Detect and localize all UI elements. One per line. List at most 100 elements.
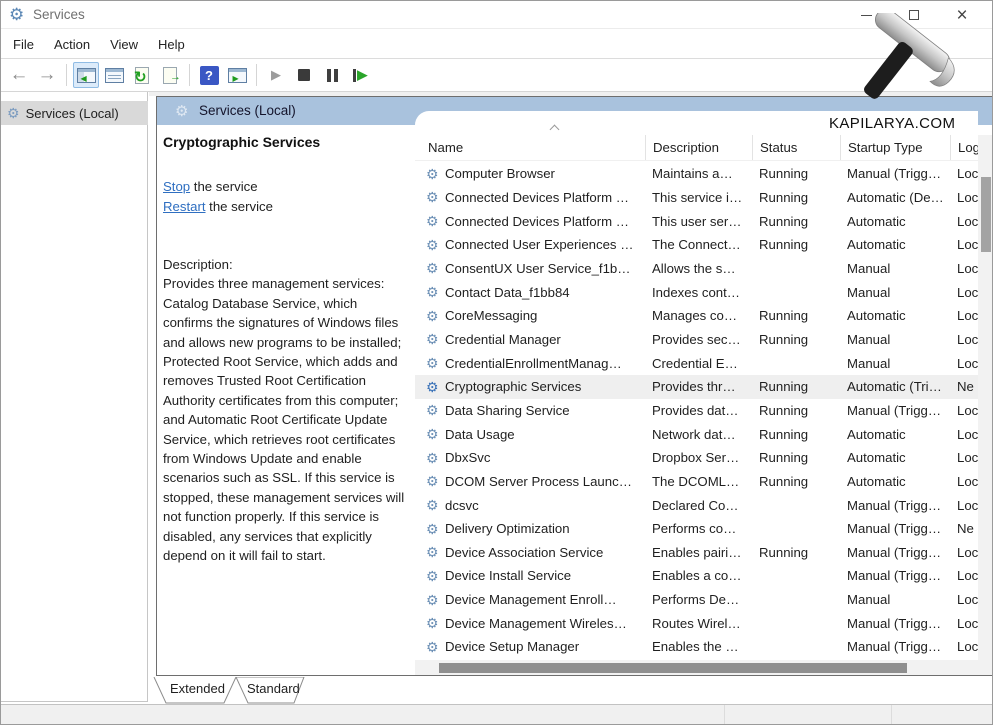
hammer-icon [834, 13, 974, 115]
service-description-cell: This service i… [645, 190, 752, 205]
table-row[interactable]: Connected Devices Platform …This service… [415, 186, 978, 210]
service-log-on-as-cell: Ne [950, 379, 978, 394]
table-row[interactable]: Device Setup ManagerEnables the …Manual … [415, 635, 978, 659]
horizontal-scrollbar-thumb[interactable] [439, 663, 907, 673]
service-status-cell: Running [752, 427, 840, 442]
horizontal-scrollbar[interactable] [415, 660, 978, 675]
service-name-cell: Device Association Service [415, 545, 645, 560]
service-gear-icon [426, 474, 439, 488]
service-gear-icon [426, 238, 439, 252]
table-row[interactable]: Computer BrowserMaintains a…RunningManua… [415, 162, 978, 186]
service-startup-type-cell: Automatic [840, 214, 950, 229]
properties-button[interactable] [101, 62, 127, 88]
table-row[interactable]: Contact Data_f1bb84Indexes cont…ManualLo… [415, 280, 978, 304]
service-status-cell: Running [752, 308, 840, 323]
table-row[interactable]: DCOM Server Process Launc…The DCOML…Runn… [415, 470, 978, 494]
table-row[interactable]: Device Association ServiceEnables pairi…… [415, 541, 978, 565]
service-description-cell: Routes Wirel… [645, 616, 752, 631]
restart-service-link[interactable]: Restart [163, 199, 206, 214]
show-console-tree-button[interactable]: ◀ [73, 62, 99, 88]
table-row[interactable]: Data UsageNetwork dat…RunningAutomaticLo… [415, 422, 978, 446]
window-title: Services [33, 7, 85, 22]
service-name-cell: Computer Browser [415, 166, 645, 181]
table-row[interactable]: DbxSvcDropbox Ser…RunningAutomaticLoc [415, 446, 978, 470]
restart-line-suffix: the service [206, 199, 273, 214]
pause-service-button[interactable] [319, 62, 345, 88]
service-description-cell: Declared Co… [645, 498, 752, 513]
table-row[interactable]: Device Management Wireles…Routes Wirel…M… [415, 611, 978, 635]
start-service-button[interactable]: ▶ [263, 62, 289, 88]
menu-view[interactable]: View [100, 37, 148, 52]
column-header-startup-type[interactable]: Startup Type [840, 135, 950, 160]
stop-service-button[interactable] [291, 62, 317, 88]
service-gear-icon [426, 190, 439, 204]
table-row[interactable]: Connected User Experiences …The Connect…… [415, 233, 978, 257]
service-name-cell: Connected Devices Platform … [415, 190, 645, 205]
menu-help[interactable]: Help [148, 37, 195, 52]
table-row[interactable]: Connected Devices Platform …This user se… [415, 209, 978, 233]
restart-service-button[interactable]: ▶ [347, 62, 373, 88]
service-startup-type-cell: Automatic (De… [840, 190, 950, 205]
action-pane-icon: ▶ [228, 68, 247, 83]
service-gear-icon [426, 403, 439, 417]
column-header-name[interactable]: Name [415, 135, 645, 160]
vertical-scrollbar[interactable] [978, 135, 993, 675]
view-tabs: Extended Standard [153, 677, 333, 704]
sort-ascending-icon [550, 125, 560, 135]
table-row[interactable]: CoreMessagingManages co…RunningAutomatic… [415, 304, 978, 328]
table-row[interactable]: ConsentUX User Service_f1b…Allows the s…… [415, 257, 978, 281]
stop-line-suffix: the service [190, 179, 257, 194]
start-icon: ▶ [271, 67, 281, 83]
service-startup-type-cell: Automatic [840, 427, 950, 442]
menu-file[interactable]: File [3, 37, 44, 52]
show-action-pane-button[interactable]: ▶ [224, 62, 250, 88]
refresh-button[interactable]: ↻ [129, 62, 155, 88]
extended-detail-panel: Cryptographic Services Stop the service … [157, 125, 415, 675]
table-row[interactable]: Delivery OptimizationPerforms co…Manual … [415, 517, 978, 541]
table-row[interactable]: Data Sharing ServiceProvides dat…Running… [415, 399, 978, 423]
service-name-cell: Delivery Optimization [415, 521, 645, 536]
help-button[interactable]: ? [196, 62, 222, 88]
tab-extended[interactable]: Extended [170, 681, 225, 696]
service-log-on-as-cell: Loc [950, 545, 978, 560]
service-gear-icon [426, 640, 439, 654]
service-startup-type-cell: Manual (Trigg… [840, 403, 950, 418]
console-tree-pane: Services (Local) [1, 92, 148, 702]
export-list-button[interactable]: → [157, 62, 183, 88]
forward-button[interactable]: → [34, 62, 60, 88]
table-row[interactable]: Cryptographic ServicesProvides thr…Runni… [415, 375, 978, 399]
table-row[interactable]: dcsvcDeclared Co…Manual (Trigg…Loc [415, 493, 978, 517]
service-name-cell: DCOM Server Process Launc… [415, 474, 645, 489]
column-header-status[interactable]: Status [752, 135, 840, 160]
column-header-log-on-as[interactable]: Log [950, 135, 978, 160]
tree-item-services-local[interactable]: Services (Local) [1, 101, 148, 125]
table-row[interactable]: Device Install ServiceEnables a co…Manua… [415, 564, 978, 588]
tab-standard[interactable]: Standard [247, 681, 300, 696]
back-button[interactable]: ← [6, 62, 32, 88]
service-log-on-as-cell: Loc [950, 166, 978, 181]
service-description-cell: This user ser… [645, 214, 752, 229]
service-startup-type-cell: Automatic [840, 308, 950, 323]
console-tree-icon: ◀ [77, 68, 96, 83]
table-row[interactable]: CredentialEnrollmentManag…Credential E…M… [415, 351, 978, 375]
service-gear-icon [426, 498, 439, 512]
strip-divider [891, 705, 892, 725]
service-gear-icon [426, 593, 439, 607]
service-log-on-as-cell: Loc [950, 356, 978, 371]
service-status-cell: Running [752, 190, 840, 205]
services-list: Name Description Status Startup Type Log… [415, 111, 978, 675]
services-gear-icon [175, 102, 188, 120]
vertical-scrollbar-thumb[interactable] [981, 177, 991, 252]
service-name-cell: Data Sharing Service [415, 403, 645, 418]
table-row[interactable]: Device Management Enroll…Performs De…Man… [415, 588, 978, 612]
service-log-on-as-cell: Loc [950, 592, 978, 607]
service-gear-icon [426, 545, 439, 559]
menu-action[interactable]: Action [44, 37, 100, 52]
service-description-cell: The Connect… [645, 237, 752, 252]
column-header-description[interactable]: Description [645, 135, 752, 160]
service-startup-type-cell: Manual (Trigg… [840, 568, 950, 583]
service-log-on-as-cell: Loc [950, 308, 978, 323]
service-name-cell: Contact Data_f1bb84 [415, 285, 645, 300]
table-row[interactable]: Credential ManagerProvides sec…RunningMa… [415, 328, 978, 352]
stop-service-link[interactable]: Stop [163, 179, 190, 194]
